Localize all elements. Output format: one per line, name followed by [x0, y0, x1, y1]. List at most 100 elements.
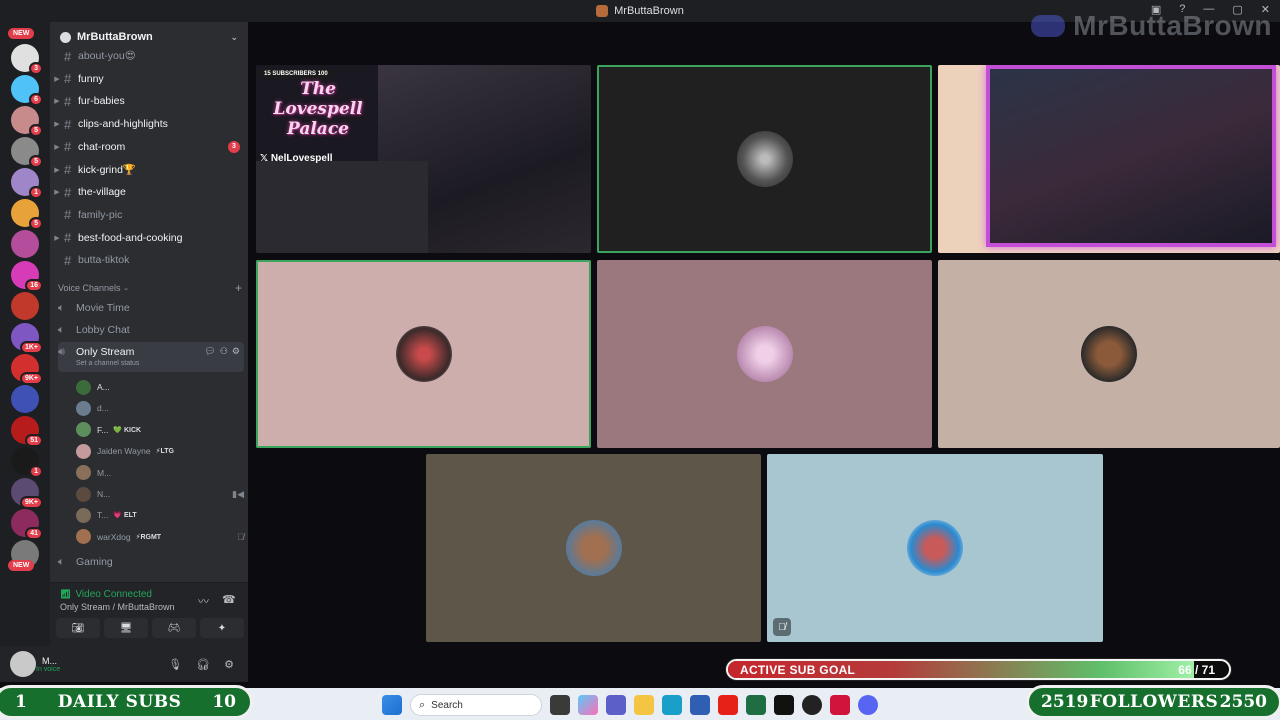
stream-watermark: MrButtaBrown [1031, 10, 1272, 42]
new-badge-top: NEW [8, 28, 35, 39]
app-icon-red[interactable] [830, 695, 850, 715]
chat-icon[interactable]: 💬︎ [204, 346, 215, 357]
voice-member[interactable]: F... 💚 KICK [76, 421, 244, 439]
voice-member[interactable]: A... [76, 378, 244, 396]
voice-channel-lobby-chat[interactable]: 🔈︎ Lobby Chat [58, 320, 244, 340]
daily-subs-current: 1 [15, 692, 27, 712]
screen-share-button[interactable]: 🖥︎ [104, 618, 148, 638]
server-icon[interactable]: 5 [11, 137, 43, 168]
server-icon[interactable]: 1 [11, 168, 43, 199]
hashtag-icon: # [64, 116, 72, 132]
text-channel[interactable]: ▶#about-you😍 [50, 46, 248, 66]
participant-tile-4[interactable] [256, 260, 591, 448]
copilot-icon[interactable] [578, 695, 598, 715]
voice-member[interactable]: d... [76, 399, 244, 417]
member-name: T... [97, 510, 109, 521]
discord-icon[interactable] [858, 695, 878, 715]
text-channel[interactable]: ▶ # clips-and-highlights [50, 114, 248, 134]
stream-tile-lovespell[interactable]: 15 SUBSCRIBERS 100 The Lovespell Palace … [256, 65, 591, 253]
text-channel[interactable]: ▶ # best-food-and-cooking [50, 228, 248, 248]
server-icon[interactable] [11, 230, 39, 258]
text-channel[interactable]: ▶ # fur-babies [50, 91, 248, 111]
server-icon[interactable]: 5 [11, 199, 43, 230]
server-icon[interactable]: 9K+ [11, 354, 43, 385]
server-icon[interactable]: 41 [11, 509, 43, 540]
server-icon[interactable]: 1K+ [11, 323, 43, 354]
text-channel[interactable]: ▶ # chat-room 3 [50, 137, 248, 157]
member-name: N... [97, 489, 111, 499]
voice-member[interactable]: M... [76, 464, 244, 482]
soundboard-button[interactable]: ✦ [200, 618, 244, 638]
participant-tile-8[interactable]: 🎙̸ [767, 454, 1103, 642]
participant-tile-6[interactable] [938, 260, 1280, 448]
taskbar-search[interactable]: ⌕ Search [410, 694, 542, 716]
voice-category[interactable]: Voice Channels ⌄ + [58, 281, 242, 295]
noise-suppression-icon[interactable]: 〰 [198, 593, 209, 609]
discord-logo-icon [1031, 15, 1066, 37]
invite-icon[interactable]: ⚇ [220, 346, 228, 357]
edge-icon[interactable] [662, 695, 682, 715]
voice-member[interactable]: warXdog ⚡RGMT 🎙̸ [76, 528, 244, 546]
camera-off-button[interactable]: 📷︎ [56, 618, 100, 638]
microphone-icon[interactable]: 🎙︎ [168, 658, 182, 671]
youtube-icon[interactable] [718, 695, 738, 715]
user-status: In voice [36, 665, 61, 673]
activities-button[interactable]: 🎮︎ [152, 618, 196, 638]
mention-badge: 1 [29, 465, 43, 478]
text-channel[interactable]: ▶#family-pic [50, 205, 248, 225]
task-view-icon[interactable] [550, 695, 570, 715]
chevron-right-icon: ▶ [54, 166, 60, 174]
server-icon[interactable]: 16 [11, 261, 43, 292]
text-channel[interactable]: ▶ # funny [50, 69, 248, 89]
disconnect-icon[interactable]: ☎ [222, 593, 236, 606]
text-channel[interactable]: ▶ # kick-grind🏆 [50, 160, 248, 180]
create-channel-icon[interactable]: + [235, 281, 242, 295]
server-icon[interactable]: 6 [11, 75, 43, 106]
member-name: M... [97, 467, 112, 478]
voice-member[interactable]: Jaiden Wayne ⚡LTG [76, 442, 244, 460]
gear-icon[interactable]: ⚙ [232, 346, 240, 357]
windows-start-icon[interactable] [382, 695, 402, 715]
headphones-icon[interactable]: 🎧︎ [196, 658, 210, 671]
stream-logo: The Lovespell Palace [273, 79, 363, 139]
stream-tile-mrbuttabrown[interactable] [938, 65, 1280, 253]
avatar[interactable] [10, 651, 36, 677]
mention-badge: 51 [25, 434, 43, 447]
guild-name: MrButtaBrown [77, 31, 153, 43]
sub-goal-value: 66 / 71 [1178, 663, 1215, 677]
hashtag-icon: # [64, 252, 72, 268]
voice-location[interactable]: Only Stream / MrButtaBrown [60, 602, 238, 612]
mention-badge: 1 [29, 186, 43, 199]
server-icon[interactable] [11, 292, 39, 320]
text-channel[interactable]: ▶#butta-tiktok [50, 250, 248, 270]
participant-tile-7[interactable] [426, 454, 761, 642]
file-explorer-icon[interactable] [634, 695, 654, 715]
voice-status[interactable]: Video Connected [75, 589, 152, 600]
participant-tile-5[interactable] [597, 260, 932, 448]
server-icon[interactable]: 3 [11, 44, 43, 75]
mention-badge: 9K+ [19, 372, 43, 385]
server-icon[interactable]: 51 [11, 416, 43, 447]
server-icon[interactable]: 1 [11, 447, 43, 478]
server-icon[interactable] [11, 385, 39, 413]
voice-member[interactable]: N... ▮◀ [76, 485, 244, 503]
server-icon[interactable]: 9K+ [11, 478, 43, 509]
tiktok-icon[interactable] [774, 695, 794, 715]
store-icon[interactable] [690, 695, 710, 715]
obs-icon[interactable] [802, 695, 822, 715]
voice-channel-gaming[interactable]: 🔈︎ Gaming [58, 552, 244, 572]
server-icon[interactable]: 5 [11, 106, 43, 137]
participant-tile-2[interactable] [597, 65, 932, 253]
sub-goal-bar: ACTIVE SUB GOAL 66 / 71 [726, 659, 1231, 680]
voice-channel-movie-time[interactable]: 🔈︎ Movie Time [58, 298, 244, 318]
unread-badge: 3 [228, 140, 240, 153]
voice-member[interactable]: T... 💗 ELT [76, 506, 244, 524]
speaker-icon: 🔊︎ [58, 346, 65, 358]
excel-icon[interactable] [746, 695, 766, 715]
hashtag-icon: # [64, 230, 72, 246]
channel-status[interactable]: Set a channel status [76, 360, 139, 367]
teams-icon[interactable] [606, 695, 626, 715]
text-channel[interactable]: ▶ # the-village [50, 182, 248, 202]
gear-icon[interactable]: ⚙ [224, 658, 234, 671]
voice-channel-only-stream[interactable]: 🔊︎ Only Stream Set a channel status 💬︎ ⚇… [58, 342, 244, 372]
